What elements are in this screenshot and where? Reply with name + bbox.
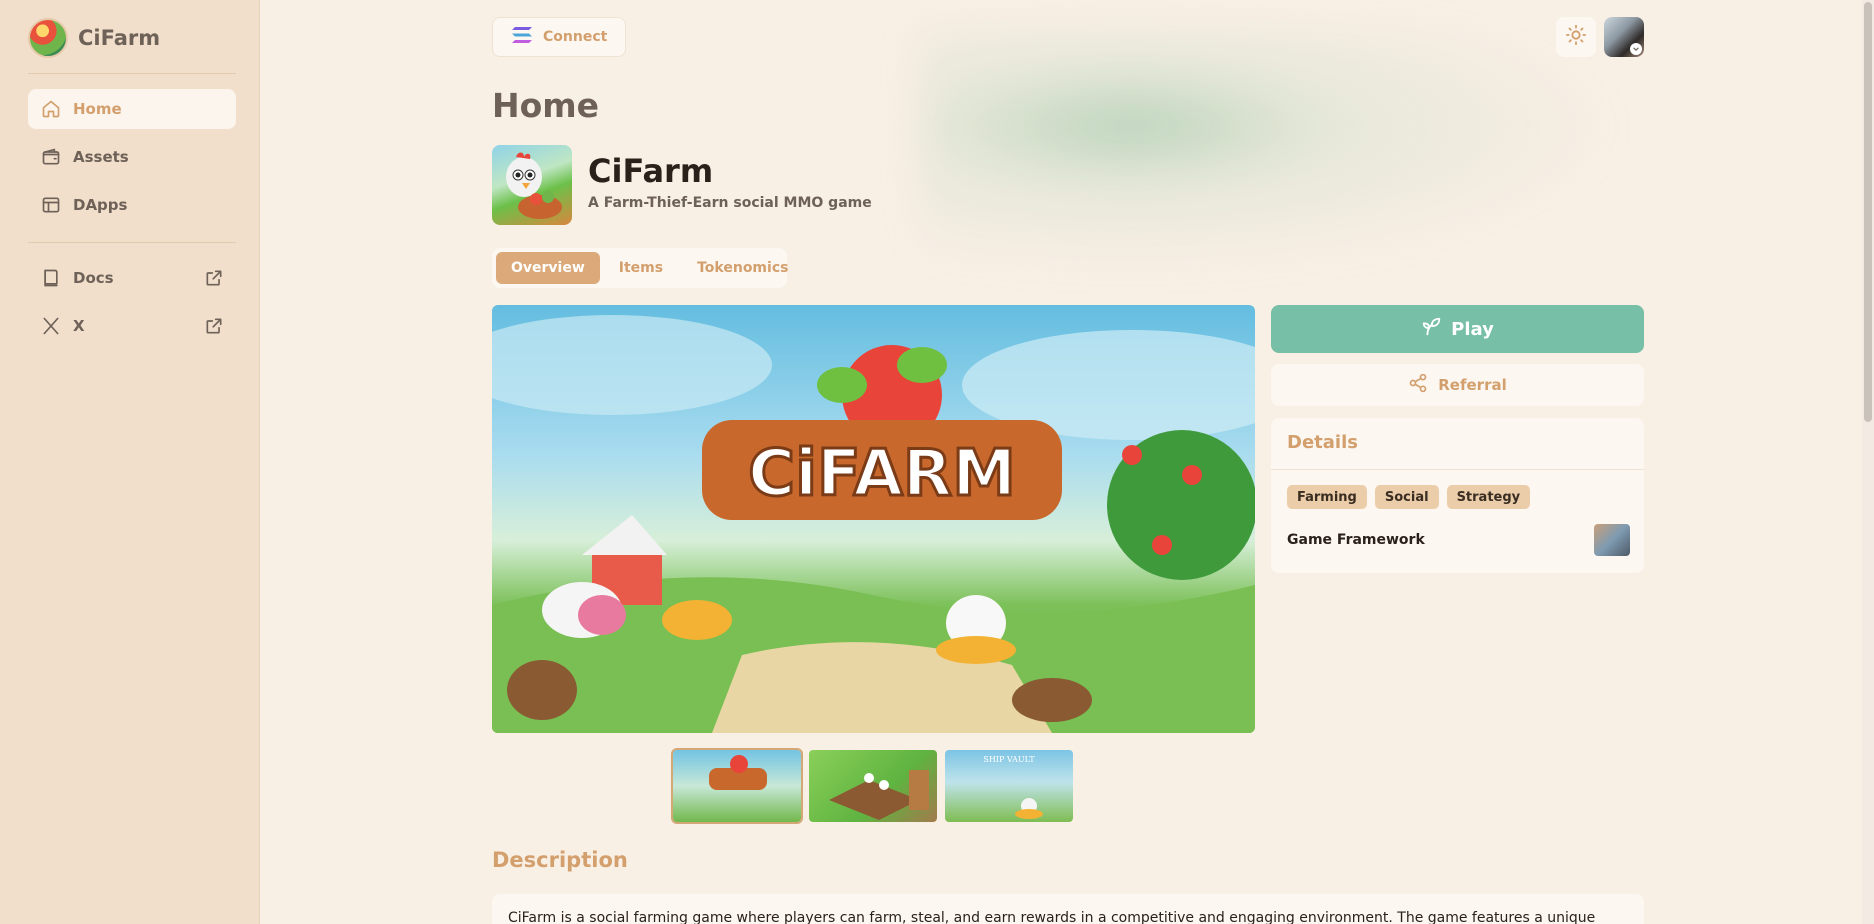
sun-icon [1565,24,1587,50]
user-avatar-button[interactable] [1604,17,1644,57]
layout-icon [41,195,61,215]
sidebar-item-assets[interactable]: Assets [28,137,236,177]
solana-icon [511,26,533,48]
sidebar-item-dapps[interactable]: DApps [28,185,236,225]
x-logo-icon [41,316,61,336]
sidebar-item-label: X [73,317,85,335]
sidebar-divider [28,73,236,74]
thumbnail-3[interactable]: SHIP VAULT [945,750,1073,822]
description-card: CiFarm is a social farming game where pl… [492,894,1644,924]
sidebar-item-label: Docs [73,269,114,287]
wallet-icon [41,147,61,167]
tag-chip: Strategy [1446,485,1531,509]
game-name: CiFarm [588,152,714,190]
sidebar-divider [28,242,236,243]
game-hero-image: CiFARM [492,305,1255,733]
game-icon [492,145,572,225]
description-text: CiFarm is a social farming game where pl… [508,910,1596,924]
hero-logo-text: CiFARM [748,437,1016,511]
sprout-icon [1421,316,1443,343]
game-tabs: Overview Items Tokenomics [492,248,788,288]
sidebar-item-home[interactable]: Home [28,89,236,129]
external-link-icon [204,268,224,288]
cifarm-logo [28,18,68,58]
details-card: Details Farming Social Strategy Game Fra… [1271,418,1644,573]
thumbnail-2[interactable] [809,750,937,822]
game-tagline: A Farm-Thief-Earn social MMO game [588,195,872,211]
tab-tokenomics[interactable]: Tokenomics [682,252,803,284]
play-label: Play [1451,318,1494,340]
connect-label: Connect [543,29,608,45]
sidebar-item-label: Assets [73,148,129,166]
external-link-icon [204,316,224,336]
connect-wallet-button[interactable]: Connect [492,17,626,57]
theme-toggle-button[interactable] [1556,17,1596,57]
referral-button[interactable]: Referral [1271,364,1644,406]
page-title: Home [492,86,600,125]
page-scrollbar[interactable] [1862,0,1874,924]
screenshot-thumbnails: SHIP VAULT [671,748,1073,824]
genre-tags: Farming Social Strategy [1287,485,1531,509]
tag-chip: Social [1374,485,1439,509]
sidebar-item-x[interactable]: X [28,306,236,346]
sidebar: CiFarm Home Assets DApps Docs X [0,0,260,924]
sidebar-item-docs[interactable]: Docs [28,258,236,298]
book-icon [41,268,61,288]
sidebar-item-label: Home [73,100,122,118]
framework-logo-icon [1594,524,1630,556]
referral-label: Referral [1438,376,1507,394]
framework-label: Game Framework [1287,532,1425,548]
details-title: Details [1287,432,1358,453]
home-icon [41,99,61,119]
thumbnail-1[interactable] [671,748,803,824]
background-glow [920,30,1620,270]
details-divider [1271,469,1644,470]
description-title: Description [492,848,628,872]
brand[interactable]: CiFarm [28,18,160,58]
chevron-down-icon [1630,43,1642,55]
play-button[interactable]: Play [1271,305,1644,353]
thumbnail-caption: SHIP VAULT [983,755,1035,764]
brand-name: CiFarm [78,26,161,50]
tab-items[interactable]: Items [604,252,678,284]
scrollbar-thumb[interactable] [1864,2,1872,422]
tag-chip: Farming [1287,485,1367,509]
share-icon [1408,373,1428,397]
tab-overview[interactable]: Overview [496,252,600,284]
sidebar-item-label: DApps [73,196,128,214]
